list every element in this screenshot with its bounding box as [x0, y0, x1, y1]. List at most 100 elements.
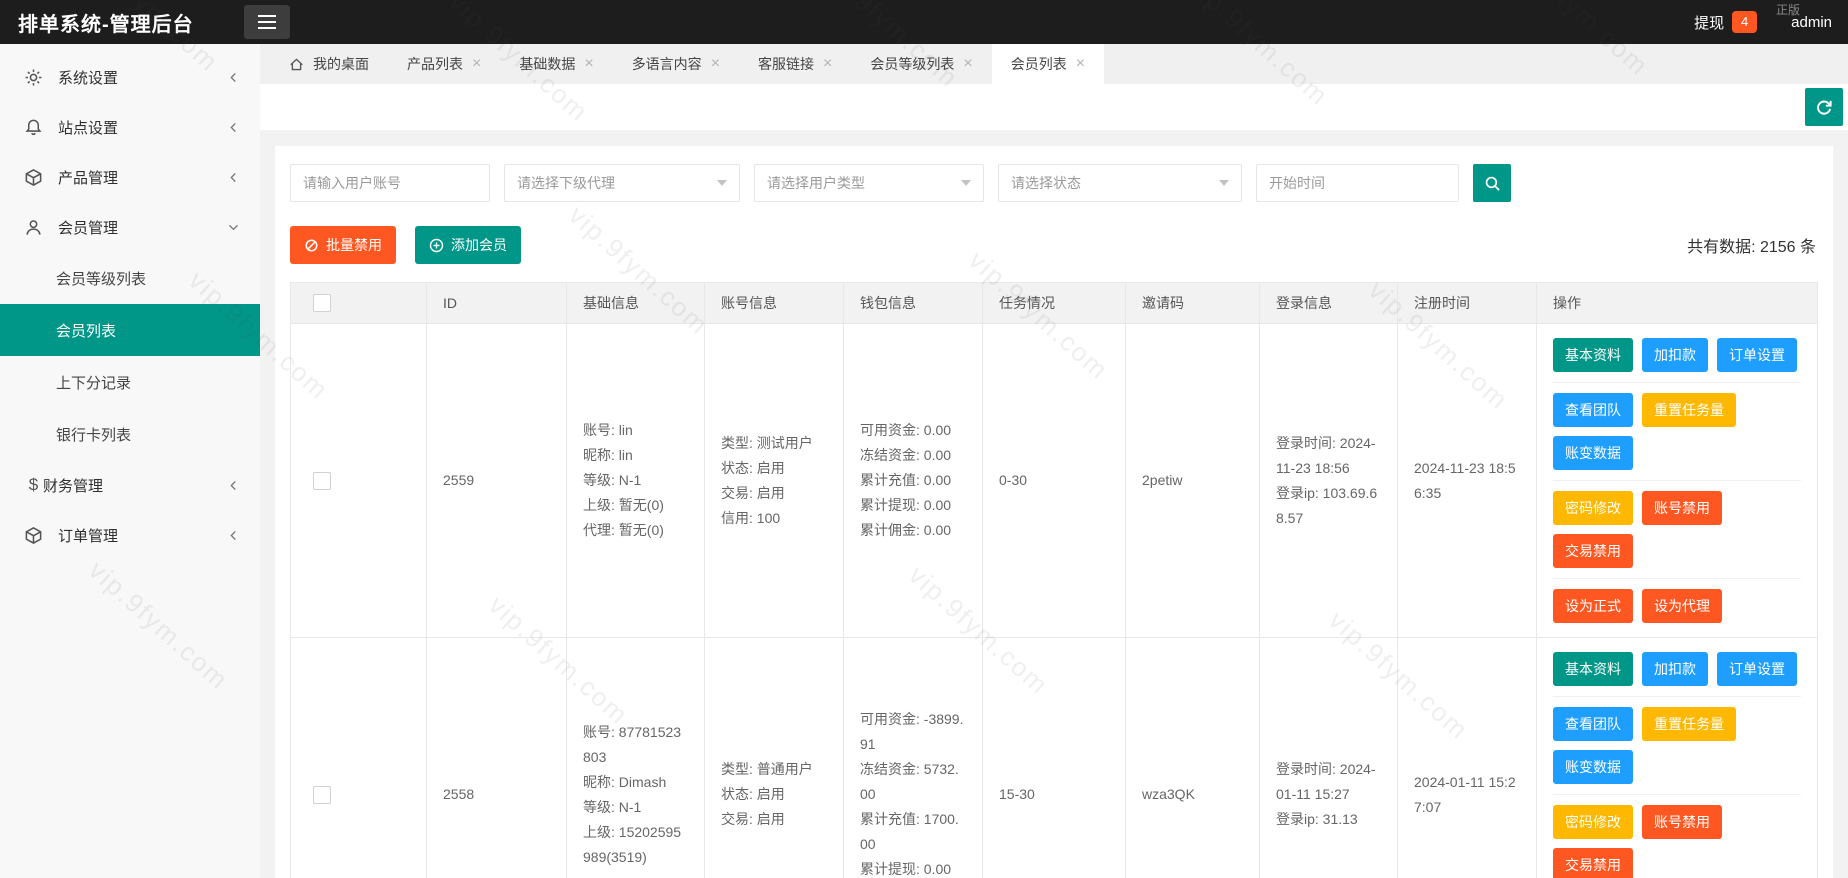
wallet-info-line: 累计佣金: 0.00	[860, 518, 966, 543]
toolbar	[260, 84, 1848, 130]
tab[interactable]: 多语言内容 ×	[613, 44, 739, 84]
row-checkbox[interactable]	[313, 472, 331, 490]
account-info-line: 状态: 启用	[721, 782, 827, 807]
op-button[interactable]: 查看团队	[1553, 393, 1633, 427]
withdraw-link[interactable]: 提现 4	[1694, 11, 1757, 33]
op-button[interactable]: 查看团队	[1553, 707, 1633, 741]
caret-down-icon	[1219, 180, 1229, 186]
sidebar-item[interactable]: 订单管理	[0, 510, 260, 560]
select-placeholder: 请选择状态	[1011, 173, 1081, 193]
user-type-select[interactable]: 请选择用户类型	[754, 164, 984, 202]
license-watermark: 正版	[1776, 1, 1800, 18]
op-button[interactable]: 重置任务量	[1642, 707, 1736, 741]
op-button[interactable]: 设为正式	[1553, 589, 1633, 623]
sidebar-subitem-label: 银行卡列表	[56, 424, 131, 445]
close-icon[interactable]: ×	[584, 56, 593, 72]
gear-icon	[24, 68, 43, 87]
sidebar-subitem[interactable]: 银行卡列表	[0, 408, 260, 460]
select-placeholder: 请选择下级代理	[517, 173, 615, 193]
tab[interactable]: 会员等级列表×	[851, 44, 991, 84]
top-header: 排单系统-管理后台 提现 4 admin 正版	[0, 0, 1848, 44]
op-button[interactable]: 基本资料	[1553, 652, 1633, 686]
tab-bar: 我的桌面产品列表×基础数据×多语言内容×客服链接×会员等级列表×会员列表×	[260, 44, 1848, 84]
select-all-checkbox[interactable]	[313, 294, 331, 312]
table-row: 2559账号: lin昵称: lin等级: N-1上级: 暂无(0)代理: 暂无…	[291, 324, 1818, 638]
tab[interactable]: 基础数据×	[500, 44, 612, 84]
op-button[interactable]: 重置任务量	[1642, 393, 1736, 427]
close-icon[interactable]: ×	[1076, 56, 1085, 72]
tab-label: 多语言内容	[632, 54, 702, 74]
wallet-info-line: 累计充值: 1700.00	[860, 807, 966, 857]
sidebar-subitem[interactable]: 会员等级列表	[0, 252, 260, 304]
op-button[interactable]: 密码修改	[1553, 805, 1633, 839]
op-button[interactable]: 交易禁用	[1553, 534, 1633, 568]
base-info-line: 等级: N-1	[583, 795, 688, 820]
account-info-line: 交易: 启用	[721, 807, 827, 832]
batch-disable-button[interactable]: 批量禁用	[290, 226, 396, 264]
close-icon[interactable]: ×	[711, 56, 720, 72]
op-button[interactable]: 账变数据	[1553, 436, 1633, 470]
refresh-button[interactable]	[1805, 88, 1843, 126]
account-input[interactable]	[290, 164, 490, 202]
tab[interactable]: 我的桌面	[270, 44, 388, 84]
tab[interactable]: 客服链接 ×	[739, 44, 851, 84]
tab-label: 客服链接	[758, 54, 814, 74]
wallet-info-line: 累计提现: 0.00	[860, 493, 966, 518]
agent-select[interactable]: 请选择下级代理	[504, 164, 740, 202]
sidebar-item[interactable]: 站点设置	[0, 102, 260, 152]
column-header: 操作	[1537, 283, 1818, 324]
status-select[interactable]: 请选择状态	[998, 164, 1242, 202]
op-button[interactable]: 交易禁用	[1553, 848, 1633, 878]
operation-group: 查看团队重置任务量账变数据	[1553, 697, 1801, 795]
tab-label: 我的桌面	[313, 54, 369, 74]
op-button[interactable]: 加扣款	[1642, 652, 1708, 686]
wallet-info-line: 冻结资金: 5732.00	[860, 757, 966, 807]
column-header: 任务情况	[983, 283, 1126, 324]
sidebar-item[interactable]: 会员管理	[0, 202, 260, 252]
close-icon[interactable]: ×	[472, 56, 481, 72]
action-row: 批量禁用 添加会员 共有数据: 2156 条	[290, 226, 1818, 264]
home-icon	[289, 57, 304, 72]
op-button[interactable]: 加扣款	[1642, 338, 1708, 372]
cube-icon	[24, 526, 43, 545]
search-button[interactable]	[1473, 164, 1511, 202]
sidebar-subitem[interactable]: 上下分记录	[0, 356, 260, 408]
op-button[interactable]: 密码修改	[1553, 491, 1633, 525]
row-checkbox[interactable]	[313, 786, 331, 804]
op-button[interactable]: 账变数据	[1553, 750, 1633, 784]
op-button[interactable]: 设为代理	[1642, 589, 1722, 623]
column-header: 账号信息	[705, 283, 844, 324]
close-icon[interactable]: ×	[823, 56, 832, 72]
add-member-button[interactable]: 添加会员	[415, 226, 521, 264]
tab[interactable]: 产品列表 ×	[388, 44, 500, 84]
cube-icon	[24, 168, 43, 187]
member-id: 2559	[427, 324, 567, 638]
table-row: 2558账号: 87781523803昵称: Dimash等级: N-1上级: …	[291, 638, 1818, 878]
column-header: 登录信息	[1260, 283, 1398, 324]
caret-down-icon	[717, 180, 727, 186]
column-header: 基础信息	[567, 283, 705, 324]
op-button[interactable]: 订单设置	[1717, 338, 1797, 372]
sidebar-item[interactable]: $财务管理	[0, 460, 260, 510]
tab[interactable]: 会员列表×	[992, 44, 1104, 84]
sidebar-subitem[interactable]: 会员列表	[0, 304, 260, 356]
operation-group: 密码修改账号禁用交易禁用	[1553, 795, 1801, 878]
op-button[interactable]: 订单设置	[1717, 652, 1797, 686]
start-time-input[interactable]	[1256, 164, 1459, 202]
op-button[interactable]: 账号禁用	[1642, 491, 1722, 525]
sidebar-item[interactable]: 产品管理	[0, 152, 260, 202]
chevron-left-icon	[227, 71, 240, 84]
op-button[interactable]: 账号禁用	[1642, 805, 1722, 839]
wallet-info-line: 可用资金: 0.00	[860, 418, 966, 443]
sidebar-item[interactable]: 系统设置	[0, 52, 260, 102]
menu-toggle-button[interactable]	[244, 5, 290, 39]
refresh-icon	[1815, 98, 1833, 116]
base-info-line: 等级: N-1	[583, 468, 688, 493]
op-button[interactable]: 基本资料	[1553, 338, 1633, 372]
sidebar-item-label: 财务管理	[43, 475, 103, 496]
sidebar-subitem-label: 上下分记录	[56, 372, 131, 393]
close-icon[interactable]: ×	[963, 56, 972, 72]
account-info-line: 类型: 普通用户	[721, 757, 827, 782]
tab-label: 产品列表	[407, 54, 463, 74]
account-info-line: 交易: 启用	[721, 481, 827, 506]
